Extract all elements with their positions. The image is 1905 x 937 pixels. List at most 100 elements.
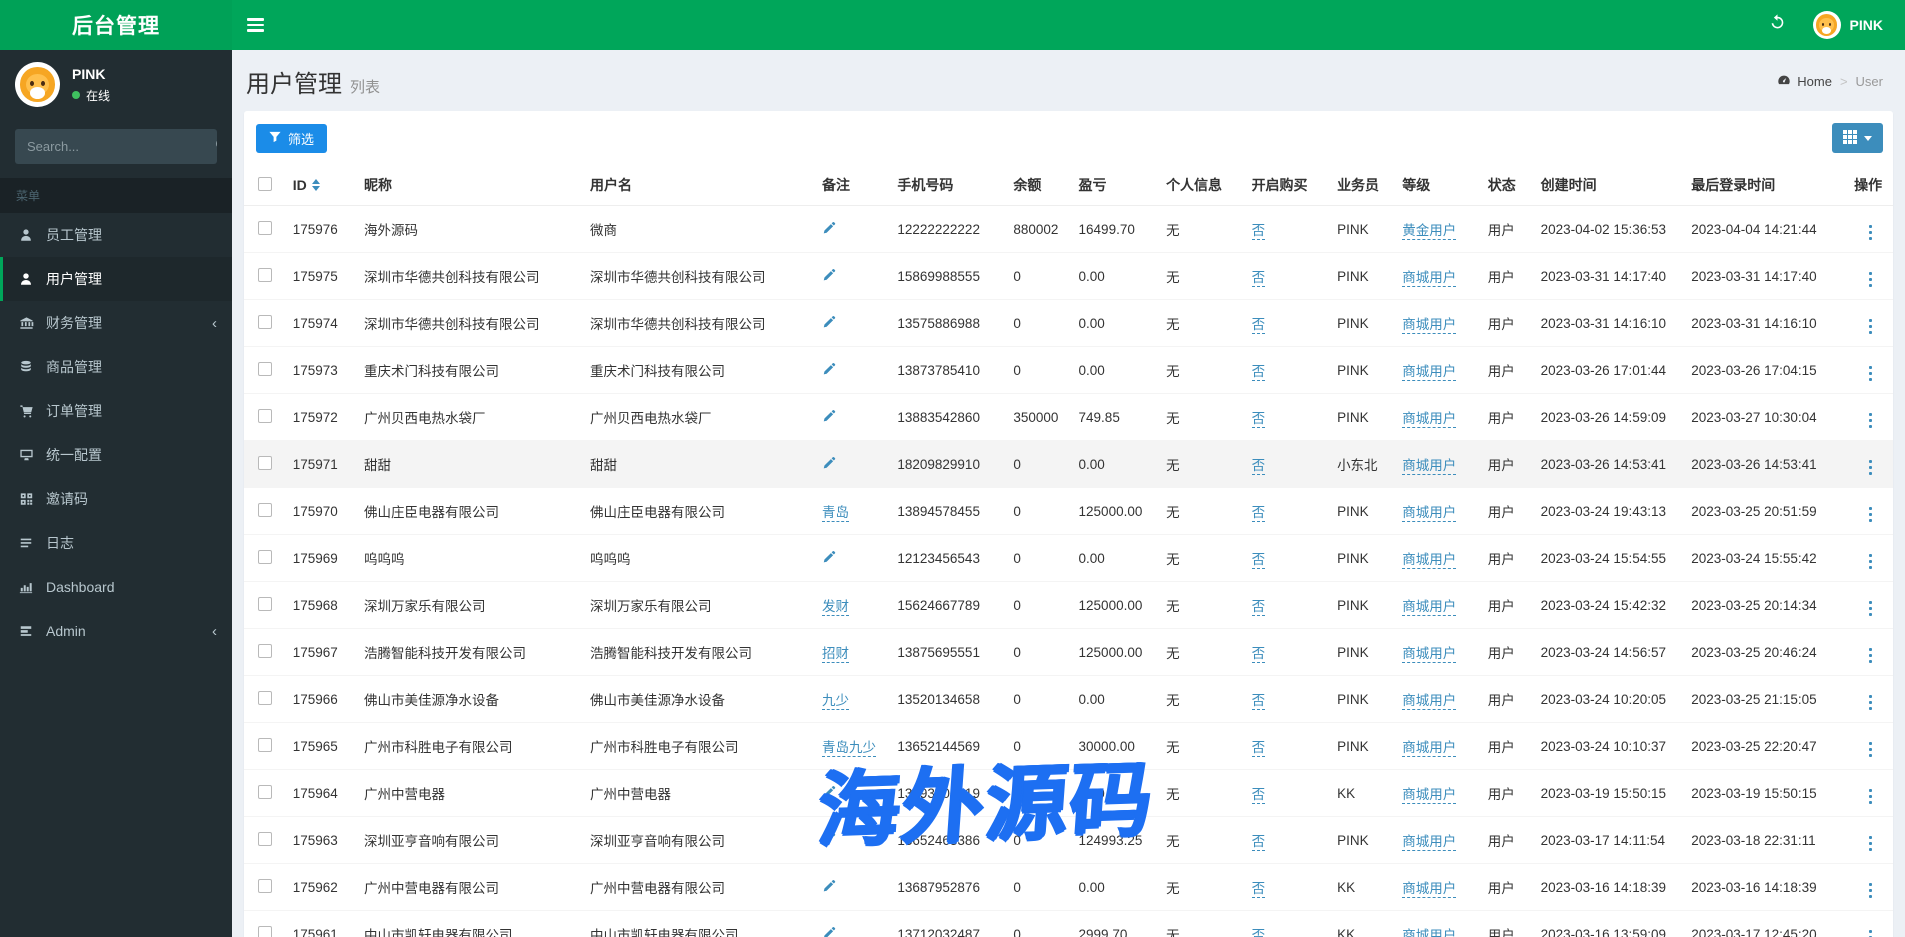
purchase-toggle-link[interactable]: 否 [1251, 411, 1266, 428]
remark-link[interactable]: 招财 [822, 646, 850, 663]
edit-pencil-icon[interactable] [822, 879, 836, 896]
row-actions-button[interactable] [1863, 505, 1879, 525]
search-input[interactable] [15, 129, 215, 164]
level-link[interactable]: 黄金用户 [1402, 223, 1457, 240]
level-link[interactable]: 商城用户 [1402, 740, 1457, 757]
purchase-toggle-link[interactable]: 否 [1251, 270, 1266, 287]
row-checkbox[interactable] [258, 925, 273, 937]
row-checkbox[interactable] [258, 690, 273, 705]
remark-link[interactable]: 发财 [822, 599, 850, 616]
sidebar-item-dashboard[interactable]: Dashboard ‹ [0, 565, 232, 609]
row-checkbox[interactable] [258, 549, 273, 564]
purchase-toggle-link[interactable]: 否 [1251, 928, 1266, 937]
level-link[interactable]: 商城用户 [1402, 787, 1457, 804]
level-link[interactable]: 商城用户 [1402, 552, 1457, 569]
edit-pencil-icon[interactable] [822, 268, 836, 285]
row-actions-button[interactable] [1863, 881, 1879, 901]
purchase-toggle-link[interactable]: 否 [1251, 740, 1266, 757]
filter-button[interactable]: 筛选 [256, 123, 328, 153]
row-checkbox[interactable] [258, 267, 273, 282]
navbar-user-menu[interactable]: PINK [1812, 11, 1883, 39]
row-checkbox[interactable] [258, 737, 273, 752]
level-link[interactable]: 商城用户 [1402, 458, 1457, 475]
edit-pencil-icon[interactable] [822, 409, 836, 426]
remark-link[interactable]: 青岛 [822, 505, 850, 522]
purchase-toggle-link[interactable]: 否 [1251, 458, 1266, 475]
edit-pencil-icon[interactable] [822, 926, 836, 937]
purchase-toggle-link[interactable]: 否 [1251, 364, 1266, 381]
breadcrumb-home-link[interactable]: Home [1777, 73, 1832, 90]
row-actions-button[interactable] [1863, 787, 1879, 807]
level-link[interactable]: 商城用户 [1402, 364, 1457, 381]
level-link[interactable]: 商城用户 [1402, 693, 1457, 710]
row-actions-button[interactable] [1863, 646, 1879, 666]
purchase-toggle-link[interactable]: 否 [1251, 223, 1266, 240]
row-actions-button[interactable] [1863, 834, 1879, 854]
edit-pencil-icon[interactable] [822, 221, 836, 238]
sidebar-toggle-button[interactable] [232, 0, 278, 50]
purchase-toggle-link[interactable]: 否 [1251, 787, 1266, 804]
level-link[interactable]: 商城用户 [1402, 646, 1457, 663]
sidebar-item-employees[interactable]: 员工管理 ‹ [0, 213, 232, 257]
row-actions-button[interactable] [1863, 928, 1879, 937]
row-actions-button[interactable] [1863, 317, 1879, 337]
row-actions-button[interactable] [1863, 599, 1879, 619]
edit-pencil-icon[interactable] [822, 456, 836, 473]
row-actions-button[interactable] [1863, 740, 1879, 760]
row-checkbox[interactable] [258, 596, 273, 611]
row-actions-button[interactable] [1863, 223, 1879, 243]
level-link[interactable]: 商城用户 [1402, 834, 1457, 851]
row-checkbox[interactable] [258, 784, 273, 799]
purchase-toggle-link[interactable]: 否 [1251, 599, 1266, 616]
row-actions-button[interactable] [1863, 693, 1879, 713]
purchase-toggle-link[interactable]: 否 [1251, 552, 1266, 569]
row-checkbox[interactable] [258, 314, 273, 329]
row-checkbox[interactable] [258, 455, 273, 470]
level-link[interactable]: 商城用户 [1402, 317, 1457, 334]
remark-link[interactable]: 青岛九少 [822, 740, 877, 757]
row-actions-button[interactable] [1863, 458, 1879, 478]
level-link[interactable]: 商城用户 [1402, 599, 1457, 616]
row-checkbox[interactable] [258, 878, 273, 893]
level-link[interactable]: 商城用户 [1402, 270, 1457, 287]
search-button[interactable] [215, 129, 217, 164]
columns-dropdown-button[interactable] [1832, 123, 1883, 153]
row-actions-button[interactable] [1863, 552, 1879, 572]
select-all-checkbox[interactable] [258, 176, 273, 191]
level-link[interactable]: 商城用户 [1402, 411, 1457, 428]
edit-pencil-icon[interactable] [822, 785, 836, 802]
edit-pencil-icon[interactable] [822, 315, 836, 332]
purchase-toggle-link[interactable]: 否 [1251, 646, 1266, 663]
sidebar-item-invite-code[interactable]: 邀请码 ‹ [0, 477, 232, 521]
purchase-toggle-link[interactable]: 否 [1251, 317, 1266, 334]
level-link[interactable]: 商城用户 [1402, 928, 1457, 937]
purchase-toggle-link[interactable]: 否 [1251, 881, 1266, 898]
level-link[interactable]: 商城用户 [1402, 881, 1457, 898]
remark-link[interactable]: 九少 [822, 693, 850, 710]
edit-pencil-icon[interactable] [822, 362, 836, 379]
sidebar-item-finance[interactable]: 财务管理 ‹ [0, 301, 232, 345]
row-actions-button[interactable] [1863, 270, 1879, 290]
sidebar-item-orders[interactable]: 订单管理 ‹ [0, 389, 232, 433]
sidebar-item-logs[interactable]: 日志 ‹ [0, 521, 232, 565]
brand-logo[interactable]: 后台管理 [0, 0, 232, 50]
edit-pencil-icon[interactable] [822, 832, 836, 849]
edit-pencil-icon[interactable] [822, 550, 836, 567]
sidebar-item-unified-config[interactable]: 统一配置 ‹ [0, 433, 232, 477]
refresh-button[interactable] [1761, 0, 1795, 50]
row-actions-button[interactable] [1863, 364, 1879, 384]
row-checkbox[interactable] [258, 643, 273, 658]
column-header-id[interactable]: ID [293, 177, 320, 193]
sidebar-item-users[interactable]: 用户管理 ‹ [0, 257, 232, 301]
sidebar-item-admin[interactable]: Admin ‹ [0, 609, 232, 653]
purchase-toggle-link[interactable]: 否 [1251, 834, 1266, 851]
row-checkbox[interactable] [258, 361, 273, 376]
purchase-toggle-link[interactable]: 否 [1251, 693, 1266, 710]
row-actions-button[interactable] [1863, 411, 1879, 431]
level-link[interactable]: 商城用户 [1402, 505, 1457, 522]
purchase-toggle-link[interactable]: 否 [1251, 505, 1266, 522]
row-checkbox[interactable] [258, 408, 273, 423]
row-checkbox[interactable] [258, 502, 273, 517]
row-checkbox[interactable] [258, 220, 273, 235]
row-checkbox[interactable] [258, 831, 273, 846]
